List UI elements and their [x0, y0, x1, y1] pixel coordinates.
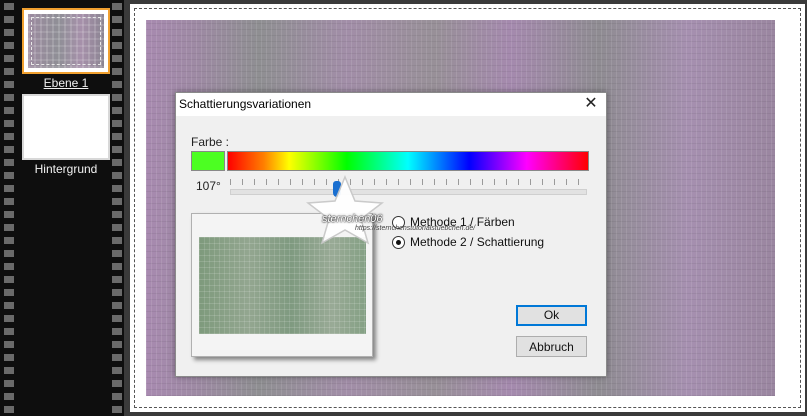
layer-item-ebene-1[interactable]: Ebene 1 — [22, 8, 110, 90]
watermark-name: sternchen06 — [322, 213, 383, 225]
color-label: Farbe : — [191, 135, 230, 149]
close-icon[interactable]: ✕ — [582, 95, 600, 113]
shading-variations-dialog: Schattierungsvariationen ✕ Farbe : 107° … — [175, 92, 607, 377]
cancel-button[interactable]: Abbruch — [516, 336, 587, 357]
radio-circle — [392, 235, 405, 249]
color-swatch — [191, 151, 225, 171]
film-perforation-right — [112, 0, 122, 416]
watermark-url: https://sternchenstutorialstuebchen.de/ — [355, 225, 476, 232]
slider-ticks — [230, 179, 585, 185]
dialog-title: Schattierungsvariationen — [179, 97, 312, 111]
layer-item-hintergrund[interactable]: Hintergrund — [22, 94, 110, 176]
method-2-label: Methode 2 / Schattierung — [410, 235, 545, 249]
ok-button[interactable]: Ok — [516, 305, 587, 326]
layer-label: Ebene 1 — [43, 76, 89, 90]
preview-image — [199, 237, 366, 334]
film-perforation-left — [4, 0, 14, 416]
layer-thumbnail — [22, 8, 110, 74]
layer-thumbnail — [22, 94, 110, 160]
dialog-titlebar[interactable]: Schattierungsvariationen ✕ — [176, 93, 606, 116]
hue-slider-track[interactable] — [230, 189, 587, 195]
method-2-radio[interactable]: Methode 2 / Schattierung — [392, 235, 544, 249]
preview-panel — [191, 213, 373, 357]
hue-spectrum-bar[interactable] — [227, 151, 589, 171]
layer-label: Hintergrund — [34, 162, 98, 176]
hue-value: 107° — [196, 179, 221, 193]
layers-panel: Ebene 1 Hintergrund — [0, 0, 124, 416]
hue-slider-thumb[interactable] — [333, 181, 341, 197]
